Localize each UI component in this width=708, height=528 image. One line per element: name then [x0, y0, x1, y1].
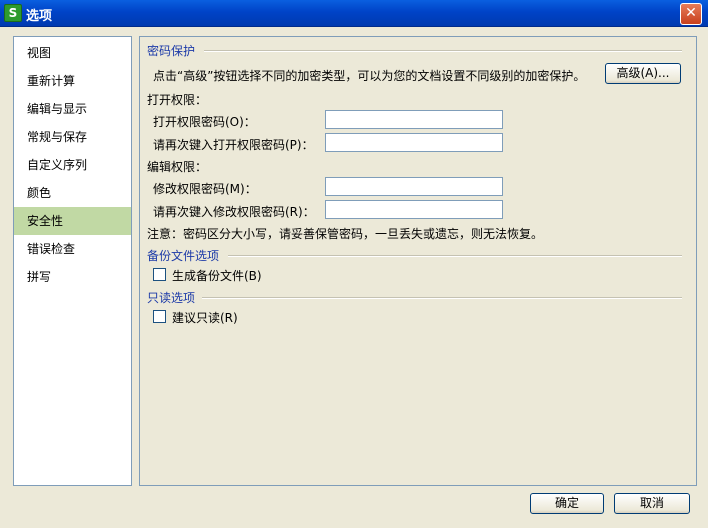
- options-sidebar: 视图 重新计算 编辑与显示 常规与保存 自定义序列 颜色 安全性 错误检查 拼写: [13, 36, 132, 486]
- sidebar-item-general-save[interactable]: 常规与保存: [14, 123, 131, 151]
- modify-password-label: 修改权限密码(M)：: [153, 182, 257, 196]
- window-title: 选项: [26, 9, 53, 24]
- sidebar-item-error-check[interactable]: 错误检查: [14, 235, 131, 263]
- create-backup-checkbox[interactable]: [153, 268, 166, 281]
- close-button[interactable]: ✕: [680, 3, 702, 25]
- section-divider: [202, 297, 682, 299]
- sidebar-item-security[interactable]: 安全性: [14, 207, 131, 235]
- password-note: 注意：密码区分大小写，请妥善保管密码，一旦丢失或遗忘，则无法恢复。: [147, 227, 544, 241]
- modify-password-confirm-field[interactable]: [325, 200, 503, 219]
- create-backup-label[interactable]: 生成备份文件(B): [172, 267, 262, 284]
- open-permission-group-label: 打开权限：: [147, 93, 208, 107]
- sidebar-item-recalculate[interactable]: 重新计算: [14, 67, 131, 95]
- suggest-readonly-label[interactable]: 建议只读(R): [172, 309, 238, 326]
- cancel-button[interactable]: 取消: [614, 493, 690, 514]
- open-password-confirm-label: 请再次键入打开权限密码(P)：: [153, 138, 314, 152]
- modify-permission-group-label: 编辑权限：: [147, 160, 208, 174]
- backup-options-heading: 备份文件选项: [147, 249, 220, 263]
- open-password-label: 打开权限密码(O)：: [153, 115, 256, 129]
- encryption-hint: 点击“高级”按钮选择不同的加密类型，可以为您的文档设置不同级别的加密保护。: [153, 69, 586, 83]
- sidebar-item-spelling[interactable]: 拼写: [14, 263, 131, 291]
- sidebar-item-view[interactable]: 视图: [14, 39, 131, 67]
- readonly-options-heading: 只读选项: [147, 291, 196, 305]
- section-divider: [204, 50, 682, 52]
- sidebar-item-custom-lists[interactable]: 自定义序列: [14, 151, 131, 179]
- password-protection-heading: 密码保护: [147, 44, 196, 58]
- modify-password-confirm-label: 请再次键入修改权限密码(R)：: [153, 205, 315, 219]
- sidebar-item-color[interactable]: 颜色: [14, 179, 131, 207]
- ok-button[interactable]: 确定: [530, 493, 604, 514]
- open-password-field[interactable]: [325, 110, 503, 129]
- open-password-confirm-field[interactable]: [325, 133, 503, 152]
- modify-password-field[interactable]: [325, 177, 503, 196]
- app-logo-icon: S: [4, 4, 22, 22]
- suggest-readonly-checkbox[interactable]: [153, 310, 166, 323]
- security-panel: 密码保护 点击“高级”按钮选择不同的加密类型，可以为您的文档设置不同级别的加密保…: [139, 36, 697, 486]
- title-bar: S 选项 ✕: [0, 0, 708, 27]
- advanced-button[interactable]: 高级(A)...: [605, 63, 681, 84]
- section-divider: [228, 255, 682, 257]
- sidebar-item-edit-display[interactable]: 编辑与显示: [14, 95, 131, 123]
